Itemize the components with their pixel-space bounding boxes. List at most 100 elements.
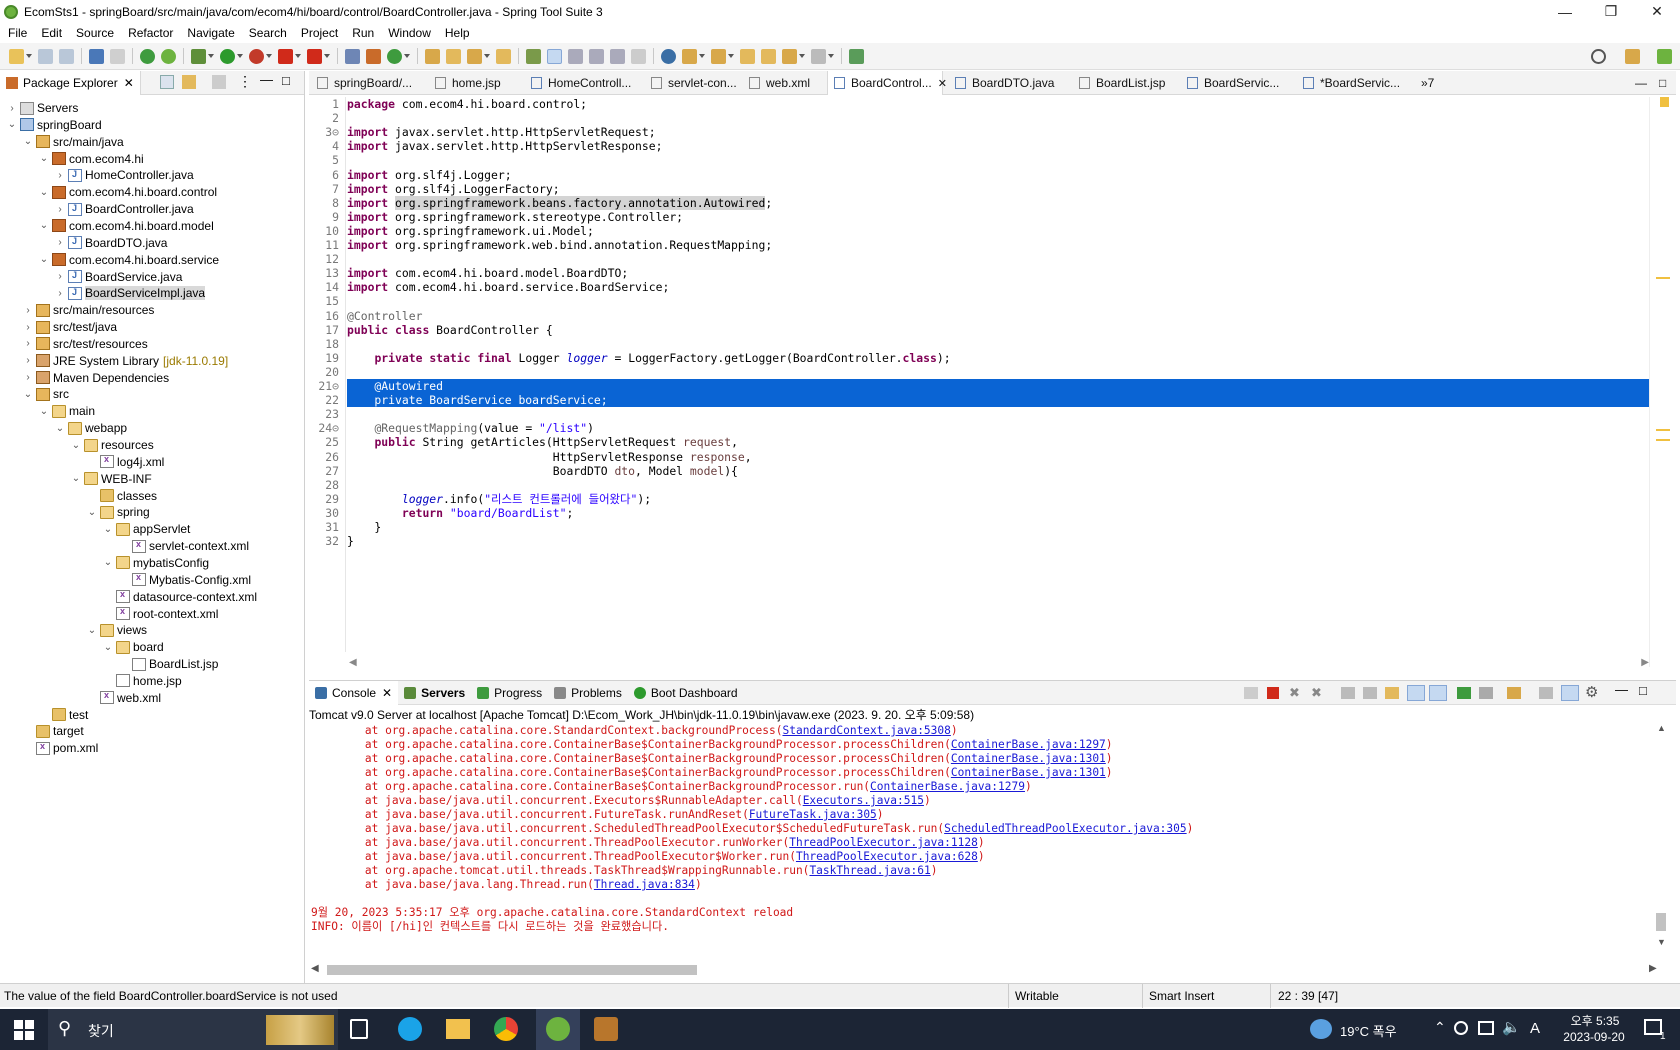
tree-item[interactable]: ⌄ com.ecom4.hi.board.model <box>38 217 214 235</box>
stack-frame-link[interactable]: ContainerBase.java:1279 <box>870 780 1025 793</box>
tab-console[interactable]: Console ✕ <box>309 680 399 705</box>
terminal-icon[interactable] <box>89 48 104 64</box>
stack-frame-link[interactable]: ContainerBase.java:1297 <box>951 738 1106 751</box>
console-line[interactable]: at java.base/java.util.concurrent.Future… <box>311 807 884 822</box>
editor-tab[interactable]: springBoard/... <box>311 71 421 95</box>
tree-item[interactable]: › src/main/resources <box>22 301 154 319</box>
tree-item[interactable]: pom.xml <box>22 739 98 757</box>
expanded-arrow-icon[interactable]: ⌄ <box>22 389 34 400</box>
tree-item[interactable]: test <box>38 706 88 724</box>
tree-item[interactable]: BoardList.jsp <box>118 655 218 673</box>
warning-marker-2[interactable] <box>1656 439 1670 441</box>
show-on-error-icon[interactable] <box>1429 685 1447 701</box>
expanded-arrow-icon[interactable]: ⌄ <box>38 220 50 231</box>
open-type-icon[interactable] <box>425 48 440 64</box>
task-view-icon[interactable] <box>350 1019 368 1039</box>
pin-console-icon[interactable] <box>1457 687 1471 699</box>
code-line[interactable]: } <box>347 520 381 535</box>
collapsed-arrow-icon[interactable]: › <box>22 355 34 366</box>
chrome-icon[interactable] <box>494 1017 518 1041</box>
next-edit-icon[interactable] <box>761 48 776 64</box>
tree-item[interactable]: ⌄ WEB-INF <box>70 470 152 488</box>
tree-item[interactable]: classes <box>86 487 157 505</box>
code-line[interactable]: import javax.servlet.http.HttpServletReq… <box>347 125 656 140</box>
stack-frame-link[interactable]: Thread.java:834 <box>594 878 695 891</box>
open-console-icon[interactable] <box>1507 687 1521 699</box>
windows-start-icon[interactable] <box>14 1020 34 1040</box>
console-vertical-scrollbar[interactable]: ▲ ▼ <box>1653 723 1671 953</box>
package-explorer-tab[interactable]: Package Explorer ✕ <box>0 70 141 95</box>
new-package-icon[interactable] <box>366 48 381 64</box>
console-log-line[interactable]: INFO: 이름이 [/hi]인 컨텍스트를 다시 로드하는 것을 완료했습니다… <box>311 919 669 934</box>
forward-dropdown-icon[interactable] <box>828 54 834 58</box>
volume-icon[interactable]: 🔈 <box>1502 1018 1521 1036</box>
code-line[interactable]: HttpServletResponse response, <box>347 450 752 465</box>
warning-marker-icon[interactable] <box>1660 97 1669 107</box>
globe-icon[interactable] <box>661 48 676 64</box>
previous-annotation-icon[interactable] <box>711 48 726 64</box>
tree-item[interactable]: ⌄ main <box>38 402 95 420</box>
code-line[interactable]: } <box>347 534 354 549</box>
console-line[interactable]: at java.base/java.util.concurrent.Thread… <box>311 835 985 850</box>
tree-item[interactable]: ⌄ com.ecom4.hi.board.control <box>38 183 217 201</box>
link-with-editor-icon[interactable] <box>182 75 196 89</box>
stack-frame-link[interactable]: FutureTask.java:305 <box>749 808 877 821</box>
remove-launch-icon[interactable]: ✖ <box>1289 685 1300 701</box>
tree-item[interactable]: › src/test/java <box>22 318 117 336</box>
debug-dropdown-icon[interactable] <box>208 54 214 58</box>
pin-editor-icon[interactable] <box>849 48 864 64</box>
stack-frame-link[interactable]: ContainerBase.java:1301 <box>951 752 1106 765</box>
scroll-left-icon[interactable]: ◀ <box>311 963 319 974</box>
editor-tab[interactable]: BoardDTO.java <box>949 71 1065 95</box>
collapsed-arrow-icon[interactable]: › <box>22 338 34 349</box>
tree-item[interactable]: › HomeController.java <box>54 166 193 184</box>
new-dropdown-icon[interactable] <box>26 54 32 58</box>
tree-item[interactable]: ⌄ webapp <box>54 419 127 437</box>
tree-item[interactable]: › Maven Dependencies <box>22 369 169 387</box>
forward-icon[interactable] <box>811 48 826 64</box>
code-line[interactable]: @Controller <box>347 309 422 324</box>
close-icon[interactable]: ✕ <box>382 686 392 700</box>
tab-boot-dashboard[interactable]: Boot Dashboard <box>628 681 744 705</box>
code-line[interactable]: import org.springframework.stereotype.Co… <box>347 210 683 225</box>
notifications-count[interactable]: 1 <box>1660 1031 1666 1042</box>
minimize-button[interactable]: — <box>1542 0 1588 23</box>
remove-all-launches-icon[interactable]: ✖ <box>1311 685 1322 701</box>
follow-icon[interactable] <box>1561 685 1579 701</box>
app-tiger-icon[interactable] <box>594 1017 618 1041</box>
menu-source[interactable]: Source <box>70 26 122 40</box>
tree-item[interactable]: ⌄ views <box>86 621 147 639</box>
console-line[interactable]: at org.apache.catalina.core.StandardCont… <box>311 723 958 738</box>
code-line[interactable]: import com.ecom4.hi.board.model.BoardDTO… <box>347 266 628 281</box>
new-class-icon[interactable] <box>387 48 402 64</box>
expanded-arrow-icon[interactable]: ⌄ <box>102 557 114 568</box>
overview-ruler[interactable] <box>1649 97 1676 667</box>
collapsed-arrow-icon[interactable]: › <box>54 204 66 215</box>
collapsed-arrow-icon[interactable]: › <box>54 288 66 299</box>
toggle-mark-occurrences-icon[interactable] <box>526 48 541 64</box>
search-dropdown-icon[interactable] <box>484 54 490 58</box>
scroll-left-icon[interactable]: ◀ <box>349 657 357 668</box>
console-line[interactable]: at org.apache.tomcat.util.threads.TaskTh… <box>311 863 938 878</box>
console-line[interactable]: at org.apache.catalina.core.ContainerBas… <box>311 737 1113 752</box>
new-class-dropdown-icon[interactable] <box>404 54 410 58</box>
code-line[interactable]: import com.ecom4.hi.board.service.BoardS… <box>347 280 669 295</box>
menu-project[interactable]: Project <box>295 26 346 40</box>
open-resource-icon[interactable] <box>496 48 511 64</box>
save-icon[interactable] <box>38 48 53 64</box>
show-whitespace-icon[interactable] <box>610 48 625 64</box>
code-line[interactable]: private BoardService boardService; <box>347 393 607 408</box>
editor-tab[interactable]: servlet-con... <box>645 71 737 95</box>
console-line[interactable]: at java.base/java.util.concurrent.Schedu… <box>311 821 1194 836</box>
expanded-arrow-icon[interactable]: ⌄ <box>38 406 50 417</box>
maximize-view-icon[interactable]: □ <box>282 73 290 88</box>
console-line[interactable]: at org.apache.catalina.core.ContainerBas… <box>311 765 1113 780</box>
editor-tab[interactable]: HomeControll... <box>525 71 637 95</box>
block-selection-icon[interactable] <box>568 48 583 64</box>
display-console-icon[interactable] <box>1479 687 1493 699</box>
onedrive-icon[interactable] <box>1454 1021 1468 1035</box>
back-dropdown-icon[interactable] <box>799 54 805 58</box>
tree-item[interactable]: › BoardService.java <box>54 268 182 286</box>
tree-item[interactable]: web.xml <box>86 689 161 707</box>
close-icon[interactable]: ✕ <box>124 76 134 90</box>
